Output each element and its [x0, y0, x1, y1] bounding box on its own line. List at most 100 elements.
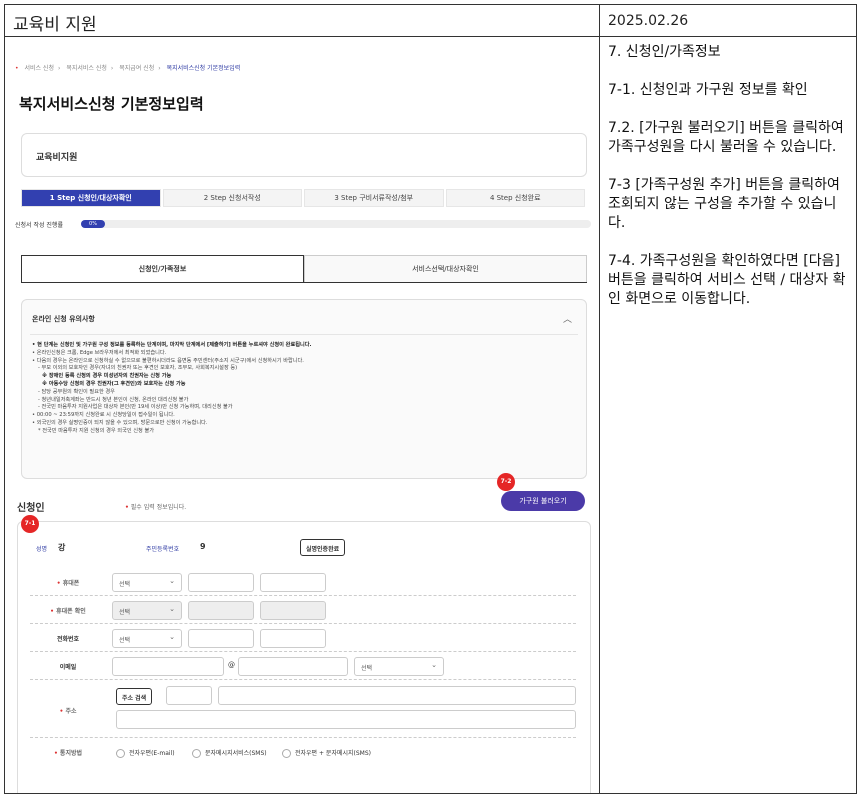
- tab-applicant-family[interactable]: 신청인/가족정보: [21, 255, 304, 282]
- guide-step-7: 7. 신청인/가족정보: [608, 44, 721, 60]
- mobile-confirm-last-input: [260, 601, 326, 620]
- page-title: 복지서비스신청 기본정보입력: [19, 95, 204, 113]
- progress-track: [81, 220, 591, 228]
- rrn-label: 주민등록번호: [146, 546, 180, 553]
- select-text: 선택: [119, 637, 131, 644]
- name-value: 강: [58, 543, 66, 552]
- address-row: 주소 주소 검색: [30, 682, 576, 738]
- address-label: 주소: [30, 706, 106, 715]
- guide-step-7-1: 7-1. 신청인과 가구원 정보를 확인: [608, 82, 808, 98]
- mobile-middle-input[interactable]: [188, 573, 254, 592]
- notice-panel: 온라인 신청 유의사항 ︿ • 현 단계는 신청인 및 가구원 구성 정보를 등…: [21, 299, 587, 479]
- step-indicator: 1 Step 신청인/대상자확인 2 Step 신청서작성 3 Step 구비서…: [21, 189, 587, 207]
- screenshot-panel: • 서비스 신청 › 복지서비스 신청 › 복지급여 신청 › 복지서비스신청 기본정…: [5, 37, 600, 793]
- chevron-down-icon: ⌄: [169, 605, 175, 613]
- applicant-form: 성명 강 주민등록번호 9 실명인증완료 휴대폰 선택 ⌄ 휴대폰 확인 선택 ⌄: [17, 521, 591, 793]
- notice-item: - 전국민 마음투자 지원사업은 대상자 본인(만 19세 이상)만 신청 가능…: [38, 404, 233, 411]
- mobile-confirm-row: 휴대폰 확인 선택 ⌄: [30, 598, 576, 624]
- notice-item: * 전국민 마음투자 지원 신청의 경우 외국인 신청 불가: [38, 427, 155, 434]
- phone-row: 전화번호 선택 ⌄: [30, 626, 576, 652]
- select-text: 선택: [361, 665, 373, 672]
- document-date: 2025.02.26: [600, 5, 856, 37]
- step-4: 4 Step 신청완료: [445, 189, 585, 207]
- address-detail-input[interactable]: [116, 710, 576, 729]
- progress-value: 0%: [81, 220, 105, 228]
- app-screenshot: • 서비스 신청 › 복지서비스 신청 › 복지급여 신청 › 복지서비스신청 기본정…: [15, 45, 595, 793]
- select-text: 선택: [119, 609, 131, 616]
- required-note-text: 필수 입력 정보입니다.: [130, 504, 187, 511]
- radio-circle: [282, 749, 291, 758]
- zipcode-input[interactable]: [166, 686, 212, 705]
- radio-circle: [116, 749, 125, 758]
- breadcrumb-sep: ›: [158, 65, 161, 72]
- breadcrumb: • 서비스 신청 › 복지서비스 신청 › 복지급여 신청 › 복지서비스신청 기본정…: [15, 63, 244, 72]
- document-title: 교육비 지원: [5, 5, 600, 37]
- select-text: 선택: [119, 581, 131, 588]
- notice-item: • 외국인의 경우 실명인증이 되지 않을 수 있으며, 방문으로만 신청이 가…: [32, 419, 208, 426]
- notice-list: • 현 단계는 신청인 및 가구원 구성 정보를 등록하는 단계이며, 마지막 …: [32, 342, 576, 436]
- verified-button[interactable]: 실명인증완료: [300, 539, 346, 556]
- notify-row: 통지방법 전자우편(E-mail) 문자메시지서비스(SMS) 전자우편 + 문…: [30, 740, 576, 766]
- email-at: @: [228, 661, 235, 669]
- radio-circle: [192, 749, 201, 758]
- guide-step-7-4: 7-4. 가족구성원을 확인하였다면 [다음] 버튼을 클릭하여 서비스 선택 …: [608, 253, 846, 307]
- guide-step-7-2: 7.2. [가구원 불러오기] 버튼을 클릭하여 가족구성원을 다시 불러올 수…: [608, 120, 844, 155]
- divider: [30, 334, 578, 335]
- notice-item: ※ 아동수당 신청의 경우 친권자(그 후견인)와 보호자는 신청 가능: [42, 380, 186, 387]
- email-domain-input[interactable]: [238, 657, 348, 676]
- breadcrumb-sep: ›: [110, 65, 114, 72]
- breadcrumb-current: 복지서비스신청 기본정보입력: [166, 65, 241, 72]
- notify-label: 통지방법: [30, 748, 106, 757]
- chevron-up-icon[interactable]: ︿: [563, 312, 572, 325]
- radio-label: 문자메시지서비스(SMS): [205, 750, 267, 757]
- email-row: 이메일 @ 선택 ⌄: [30, 654, 576, 680]
- service-name-box: 교육비지원: [21, 133, 587, 177]
- load-family-button[interactable]: 가구원 불러오기: [501, 491, 585, 511]
- applicant-section-title: 신청인: [17, 503, 45, 514]
- email-domain-select[interactable]: 선택 ⌄: [354, 657, 444, 676]
- tab-service-select[interactable]: 서비스선택/대상자확인: [304, 255, 587, 282]
- breadcrumb-item[interactable]: 서비스 신청: [24, 65, 54, 72]
- breadcrumb-item[interactable]: 복지급여 신청: [119, 65, 154, 72]
- mobile-row: 휴대폰 선택 ⌄: [30, 570, 576, 596]
- breadcrumb-item[interactable]: 복지서비스 신청: [66, 65, 107, 72]
- notify-email-radio[interactable]: 전자우편(E-mail): [116, 748, 175, 758]
- chevron-down-icon: ⌄: [169, 633, 175, 641]
- phone-prefix-select[interactable]: 선택 ⌄: [112, 629, 182, 648]
- notify-both-radio[interactable]: 전자우편 + 문자메시지(SMS): [282, 748, 371, 758]
- service-name: 교육비지원: [36, 153, 78, 163]
- step-3: 3 Step 구비서류작성/첨부: [304, 189, 444, 207]
- guide-panel: 7. 신청인/가족정보 7-1. 신청인과 가구원 정보를 확인 7.2. [가…: [600, 37, 856, 793]
- address-search-button[interactable]: 주소 검색: [116, 688, 153, 705]
- mobile-last-input[interactable]: [260, 573, 326, 592]
- document-frame: 교육비 지원 2025.02.26 • 서비스 신청 › 복지서비스 신청 › 복지…: [4, 4, 857, 794]
- notify-sms-radio[interactable]: 문자메시지서비스(SMS): [192, 748, 267, 758]
- phone-middle-input[interactable]: [188, 629, 254, 648]
- notice-item: ※ 장애인 등록 신청의 경우 미성년자의 친권자는 신청 가능: [42, 373, 172, 380]
- mobile-label: 휴대폰: [30, 578, 106, 587]
- notice-item: - 담당 공무원의 확인이 필요한 경우: [38, 388, 115, 395]
- breadcrumb-bullet: •: [15, 65, 19, 72]
- guide-step-7-3: 7-3 [가족구성원 추가] 버튼을 클릭하여 조회되지 않는 구성을 추가할 …: [608, 177, 840, 231]
- step-1: 1 Step 신청인/대상자확인: [21, 189, 161, 207]
- step-badge-7-2: 7-2: [497, 473, 515, 491]
- required-note: • 필수 입력 정보입니다.: [125, 502, 186, 511]
- rrn-value: 9: [200, 542, 206, 551]
- address-main-input[interactable]: [218, 686, 576, 705]
- phone-last-input[interactable]: [260, 629, 326, 648]
- radio-label: 전자우편(E-mail): [129, 750, 175, 757]
- progress: 신청서 작성 진행률 0%: [15, 219, 591, 229]
- name-row: 성명 강 주민등록번호 9 실명인증완료: [30, 536, 576, 562]
- mobile-confirm-middle-input: [188, 601, 254, 620]
- radio-label: 전자우편 + 문자메시지(SMS): [295, 750, 371, 757]
- mobile-confirm-prefix-select: 선택 ⌄: [112, 601, 182, 620]
- email-label: 이메일: [59, 664, 77, 671]
- mobile-confirm-label: 휴대폰 확인: [30, 606, 106, 615]
- notice-item: • 현 단계는 신청인 및 가구원 구성 정보를 등록하는 단계이며, 마지막 …: [32, 342, 312, 348]
- notice-item: • 온라인신청은 크롬, Edge 브라우저에서 최적화 되었습니다.: [32, 349, 167, 356]
- email-id-input[interactable]: [112, 657, 224, 676]
- step-2: 2 Step 신청서작성: [162, 189, 302, 207]
- tab-bar: 신청인/가족정보 서비스선택/대상자확인: [21, 255, 587, 283]
- mobile-prefix-select[interactable]: 선택 ⌄: [112, 573, 182, 592]
- notice-item: • 00:00 ~ 23:59까지 신청완료 시 신청당일이 접수일이 됩니다.: [32, 412, 175, 419]
